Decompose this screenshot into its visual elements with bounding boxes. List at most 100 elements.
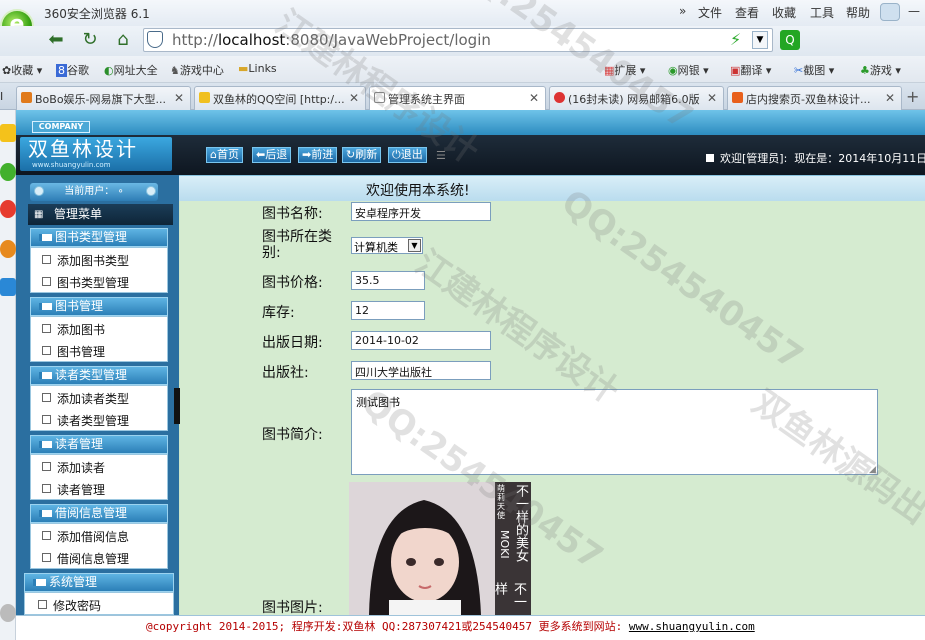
tab-scroll-left[interactable]: I [0,90,3,103]
menu-manage-reader-type[interactable]: 读者类型管理 [42,412,129,429]
menu-view[interactable]: 查看 [735,4,759,21]
book-name-label: 图书名称: [262,206,323,222]
menu-manage-book-type[interactable]: 图书类型管理 [42,274,129,291]
menu-more[interactable]: » [679,4,686,18]
browser-title: 360安全浏览器 6.1 [44,7,150,21]
lightning-icon[interactable]: ⚡ [730,30,741,49]
welcome-message: 欢迎使用本系统! [366,183,470,199]
intro-label: 图书简介: [262,427,323,443]
tool-translate[interactable]: ▣翻译 ▾ [730,62,771,78]
menu-manage-borrow[interactable]: 借阅信息管理 [42,550,129,567]
menu-favorites[interactable]: 收藏 [772,4,796,21]
menu-lines-icon: ☰ [436,149,446,162]
menu-file[interactable]: 文件 [698,4,722,21]
menu-manage-book[interactable]: 图书管理 [42,343,105,360]
price-input[interactable]: 35.5 [351,271,425,290]
resize-grip-icon[interactable]: ◢ [869,465,876,475]
tool-games[interactable]: ♣游戏 ▾ [860,62,901,78]
group-book-type[interactable]: 图书类型管理 [30,228,168,247]
stock-input[interactable]: 12 [351,301,425,320]
group-reader[interactable]: 读者管理 [30,435,168,454]
tool-extensions[interactable]: ▦扩展 ▾ [604,62,645,78]
back-arrow-icon[interactable]: ⬅ [44,29,68,53]
shop-icon [732,92,743,103]
app-top-band [16,110,925,135]
new-tab-button[interactable]: + [906,87,919,106]
game-icon: ♣ [860,64,870,77]
tab-admin-main[interactable]: 管理系统主界面 ✕ [369,86,546,110]
group-borrow[interactable]: 借阅信息管理 [30,504,168,523]
menu-manage-reader[interactable]: 读者管理 [42,481,105,498]
chevron-down-icon: ▼ [408,239,421,252]
side-dock [0,110,16,640]
tool-netbank[interactable]: ◉网银 ▾ [668,62,709,78]
menu-help[interactable]: 帮助 [846,4,870,21]
pub-date-input[interactable]: 2014-10-02 [351,331,491,350]
weibo-icon[interactable] [0,200,16,218]
tab-qzone[interactable]: 双鱼林的QQ空间 [http:/... ✕ [194,86,366,110]
nav-home-button[interactable]: ⌂首页 [206,147,243,163]
page-icon [374,92,385,103]
footer-website-link[interactable]: www.shuangyulin.com [629,620,755,633]
tool-screenshot[interactable]: ✂截图 ▾ [794,62,834,78]
close-icon[interactable]: ✕ [529,91,539,105]
close-icon[interactable]: ✕ [174,91,184,105]
home-icon[interactable]: ⌂ [111,29,135,53]
tab-bobo[interactable]: BoBo娱乐-网易旗下大型... ✕ [16,86,191,110]
nav-logout-button[interactable]: ⏻退出 [388,147,427,163]
pin-icon [34,186,44,196]
group-book[interactable]: 图书管理 [30,297,168,316]
bookmark-google[interactable]: 8 谷歌 [56,62,89,78]
translate-icon: ▣ [730,64,741,77]
group-system[interactable]: 系统管理 [24,573,174,592]
extension-icon: ▦ [604,64,615,77]
skin-icon[interactable] [880,3,900,21]
nav-back-button[interactable]: ⬅后退 [252,147,292,163]
minimize-icon[interactable]: — [908,4,920,18]
menu-add-book[interactable]: 添加图书 [42,321,105,338]
close-icon[interactable]: ✕ [707,91,717,105]
grid-icon: ▦ [34,209,44,220]
search-engine-icon[interactable]: Q [780,30,800,50]
chat-icon[interactable] [0,163,16,181]
refresh-icon[interactable]: ↻ [78,29,102,53]
footer-copyright: @copyright 2014-2015; 程序开发:双鱼林 QQ:287307… [146,620,755,633]
app-icon[interactable] [0,240,16,258]
bobo-icon [21,92,32,103]
bookmark-games[interactable]: ♞游戏中心 [170,62,224,78]
nav-refresh-button[interactable]: ↻刷新 [342,147,382,163]
stock-label: 库存: [262,305,295,321]
close-icon[interactable]: ✕ [885,91,895,105]
intro-textarea[interactable]: 测试图书 [351,389,878,475]
settings-gear-icon[interactable] [0,604,16,622]
cover-text-moki: MOKI [498,530,511,559]
bookmark-links[interactable]: ▬Links [238,62,277,75]
menu-change-password[interactable]: 修改密码 [38,597,101,614]
menu-add-book-type[interactable]: 添加图书类型 [42,252,129,269]
dropdown-arrow-icon[interactable]: ▼ [752,31,768,49]
bank-icon: ◉ [668,64,678,77]
star-icon [199,92,210,103]
menu-add-reader[interactable]: 添加读者 [42,459,105,476]
menu-add-reader-type[interactable]: 添加读者类型 [42,390,129,407]
phone-icon[interactable] [0,278,16,296]
bookmark-favorites[interactable]: ✿收藏 ▾ [2,62,42,78]
scissors-icon: ✂ [794,64,804,77]
publisher-input[interactable]: 四川大学出版社 [351,361,491,380]
cover-text-title: 不一样的美女 [513,484,528,562]
tab-mail[interactable]: (16封未读) 网易邮箱6.0版 ✕ [549,86,724,110]
category-select[interactable]: 计算机类 ▼ [351,237,423,254]
url-host: localhost [217,31,286,49]
bullet-icon [706,154,714,162]
shield-icon [147,31,163,48]
book-name-input[interactable]: 安卓程序开发 [351,202,491,221]
menu-tools[interactable]: 工具 [810,4,834,21]
group-reader-type[interactable]: 读者类型管理 [30,366,168,385]
nav-forward-button[interactable]: ➡前进 [298,147,338,163]
url-text[interactable]: http://localhost:8080/JavaWebProject/log… [172,31,491,49]
bookmark-sites[interactable]: ◐网址大全 [104,62,158,78]
close-icon[interactable]: ✕ [349,91,359,105]
menu-add-borrow[interactable]: 添加借阅信息 [42,528,129,545]
tab-shop[interactable]: 店内搜索页-双鱼林设计... ✕ [727,86,902,110]
favorite-star-icon[interactable] [0,124,16,142]
